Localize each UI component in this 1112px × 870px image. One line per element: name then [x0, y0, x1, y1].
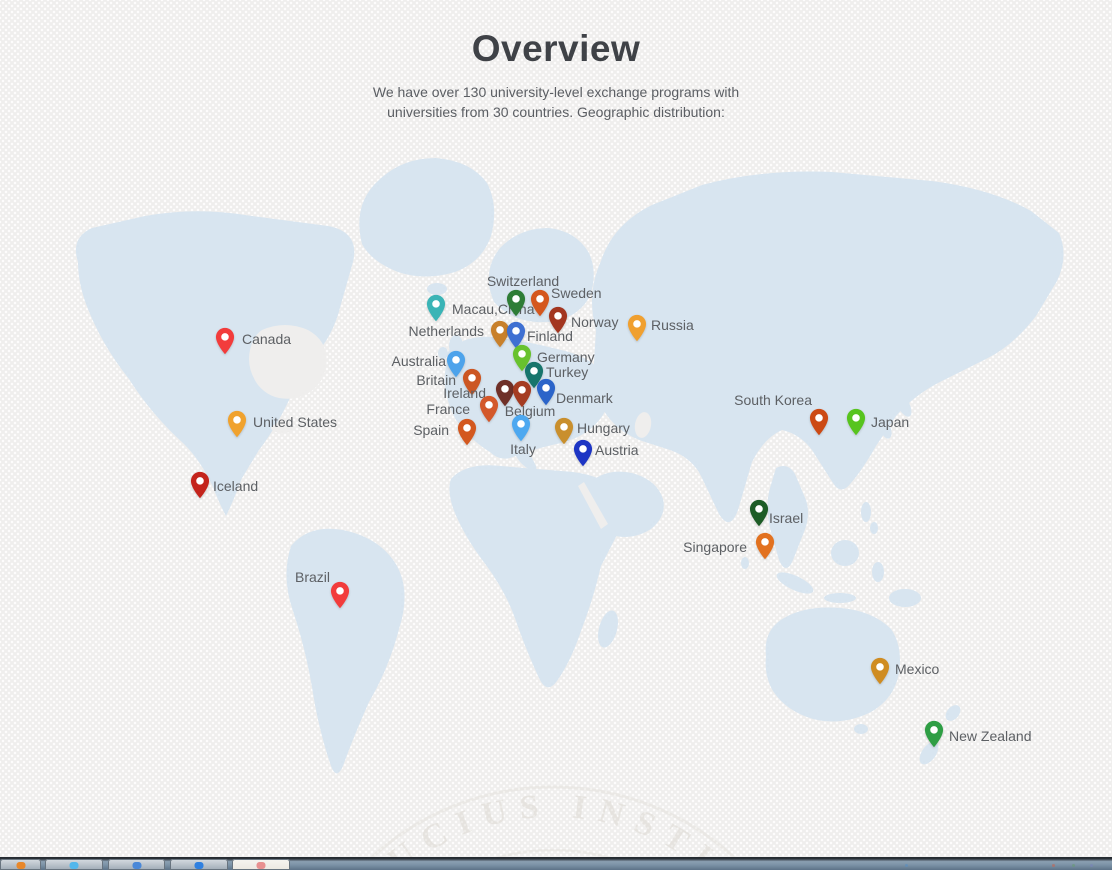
- pin-icon: [190, 471, 210, 499]
- taskbar-app-icon-2: [70, 862, 79, 869]
- pin-icon: [554, 417, 574, 445]
- marker-label-germany: Germany: [537, 349, 595, 365]
- marker-label-united-states: United States: [253, 414, 337, 430]
- marker-label-spain: Spain: [413, 422, 449, 438]
- map-marker-spain[interactable]: [457, 418, 477, 446]
- taskbar-app-icon-3: [132, 862, 141, 869]
- map-marker-south-korea[interactable]: [809, 408, 829, 436]
- tray-speck-1: [905, 864, 908, 867]
- marker-label-south-korea: South Korea: [734, 392, 812, 408]
- pin-icon: [627, 314, 647, 342]
- pin-icon: [809, 408, 829, 436]
- pin-icon: [536, 378, 556, 406]
- pin-icon: [755, 532, 775, 560]
- pin-icon: [530, 289, 550, 317]
- map-marker-france[interactable]: [479, 395, 499, 423]
- marker-label-brazil: Brazil: [295, 569, 330, 585]
- marker-label-france: France: [426, 401, 470, 417]
- map-marker-austria[interactable]: [573, 439, 593, 467]
- marker-label-iceland: Iceland: [213, 478, 258, 494]
- marker-label-canada: Canada: [242, 331, 291, 347]
- map-marker-brazil[interactable]: [330, 581, 350, 609]
- tray-speck-4: [1090, 864, 1093, 867]
- pin-icon: [227, 410, 247, 438]
- taskbar-app-icon-4: [195, 862, 204, 869]
- marker-label-mexico: Mexico: [895, 661, 939, 677]
- pin-icon: [426, 294, 446, 322]
- taskbar-button-2[interactable]: [45, 859, 103, 870]
- map-marker-mexico[interactable]: [870, 657, 890, 685]
- page: CONFUCIUS INSTITUTE Overview We have ove…: [0, 0, 1112, 870]
- marker-label-russia: Russia: [651, 317, 694, 333]
- pin-icon: [457, 418, 477, 446]
- pin-icon: [573, 439, 593, 467]
- taskbar-button-4[interactable]: [170, 859, 228, 870]
- marker-label-switzerland: Switzerland: [487, 273, 559, 289]
- map-marker-denmark[interactable]: [536, 378, 556, 406]
- taskbar-button-3[interactable]: [108, 859, 165, 870]
- marker-label-denmark: Denmark: [556, 390, 613, 406]
- map-marker-macau-china[interactable]: [426, 294, 446, 322]
- map-marker-switzerland[interactable]: [506, 289, 526, 317]
- marker-label-australia: Australia: [392, 353, 446, 369]
- pin-icon: [479, 395, 499, 423]
- pin-icon: [511, 414, 531, 442]
- pin-icon: [215, 327, 235, 355]
- tray-speck-2: [1052, 864, 1055, 867]
- map-marker-sweden[interactable]: [530, 289, 550, 317]
- taskbar-app-icon-5: [257, 862, 266, 869]
- marker-label-austria: Austria: [595, 442, 639, 458]
- map-marker-new-zealand[interactable]: [924, 720, 944, 748]
- marker-label-italy: Italy: [510, 441, 536, 457]
- marker-label-hungary: Hungary: [577, 420, 630, 436]
- marker-layer: CanadaUnited StatesIcelandBrazilRussiaMa…: [0, 0, 1112, 870]
- map-marker-italy[interactable]: [511, 414, 531, 442]
- marker-label-israel: Israel: [769, 510, 803, 526]
- map-marker-iceland[interactable]: [190, 471, 210, 499]
- pin-icon: [506, 289, 526, 317]
- taskbar-app-icon-1: [16, 862, 25, 869]
- map-marker-canada[interactable]: [215, 327, 235, 355]
- marker-label-norway: Norway: [571, 314, 618, 330]
- marker-label-japan: Japan: [871, 414, 909, 430]
- taskbar-button-5[interactable]: [232, 859, 290, 870]
- map-marker-singapore[interactable]: [755, 532, 775, 560]
- pin-icon: [846, 408, 866, 436]
- pin-icon: [749, 499, 769, 527]
- marker-label-new-zealand: New Zealand: [949, 728, 1032, 744]
- map-marker-japan[interactable]: [846, 408, 866, 436]
- map-marker-russia[interactable]: [627, 314, 647, 342]
- map-marker-hungary[interactable]: [554, 417, 574, 445]
- marker-label-finland: Finland: [527, 328, 573, 344]
- taskbar-button-1[interactable]: [0, 859, 41, 870]
- taskbar: [0, 857, 1112, 870]
- pin-icon: [870, 657, 890, 685]
- marker-label-netherlands: Netherlands: [409, 323, 485, 339]
- pin-icon: [924, 720, 944, 748]
- pin-icon: [330, 581, 350, 609]
- tray-speck-3: [1072, 864, 1075, 867]
- map-marker-united-states[interactable]: [227, 410, 247, 438]
- map-marker-israel[interactable]: [749, 499, 769, 527]
- marker-label-singapore: Singapore: [683, 539, 747, 555]
